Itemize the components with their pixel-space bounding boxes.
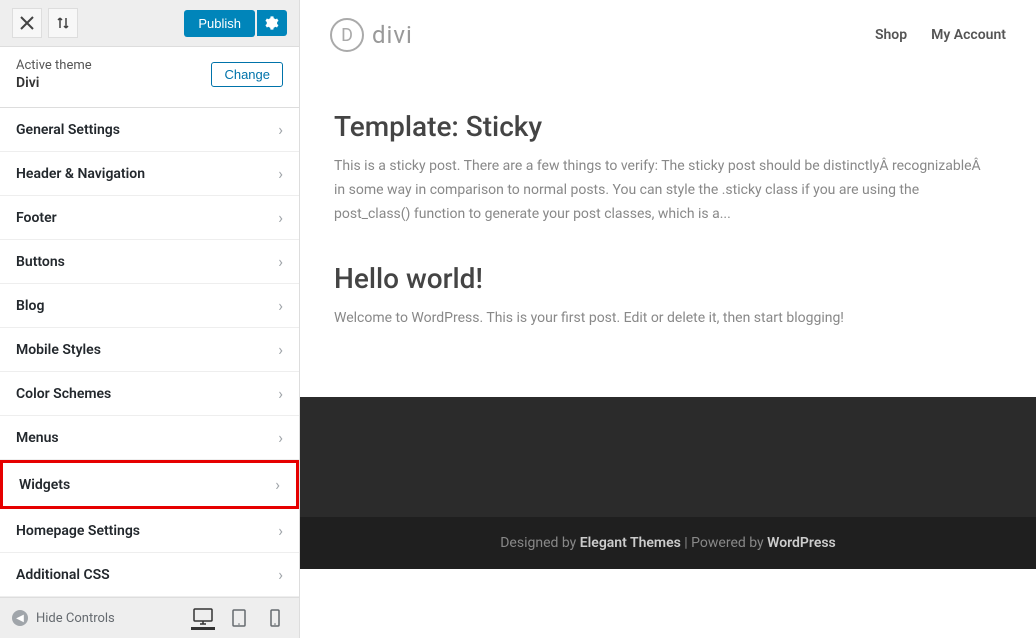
settings-item-label: Menus: [16, 430, 278, 446]
mobile-device-button[interactable]: [263, 606, 287, 630]
site-preview: D divi Shop My Account Template: Sticky Th…: [300, 0, 1036, 638]
settings-item-homepage-settings[interactable]: Homepage Settings›: [0, 509, 299, 553]
chevron-right-icon: ›: [278, 384, 283, 403]
chevron-right-icon: ›: [278, 252, 283, 271]
desktop-device-button[interactable]: [191, 606, 215, 630]
post: Hello world! Welcome to WordPress. This i…: [334, 262, 986, 331]
hide-controls-button[interactable]: ◀ Hide Controls: [12, 610, 115, 626]
settings-item-label: General Settings: [16, 122, 278, 138]
close-button[interactable]: [12, 8, 42, 38]
footer-bar: Designed by Elegant Themes | Powered by …: [300, 517, 1036, 569]
customizer-sidebar: Publish Active theme Divi Change General…: [0, 0, 300, 638]
settings-item-color-schemes[interactable]: Color Schemes›: [0, 372, 299, 416]
theme-info: Active theme Divi: [16, 57, 92, 91]
settings-item-label: Buttons: [16, 254, 278, 270]
site-header: D divi Shop My Account: [300, 0, 1036, 70]
settings-item-label: Header & Navigation: [16, 166, 278, 182]
settings-item-widgets[interactable]: Widgets›: [0, 460, 299, 509]
post-title[interactable]: Hello world!: [334, 262, 986, 295]
publish-settings-button[interactable]: [257, 10, 287, 36]
post-body: This is a sticky post. There are a few t…: [334, 155, 986, 226]
publish-label: Publish: [198, 16, 241, 31]
settings-menu: General Settings›Header & Navigation›Foo…: [0, 108, 299, 597]
swap-button[interactable]: [48, 8, 78, 38]
active-theme-label: Active theme: [16, 57, 92, 75]
desktop-icon: [193, 608, 213, 626]
settings-item-label: Blog: [16, 298, 278, 314]
chevron-right-icon: ›: [278, 428, 283, 447]
settings-item-label: Mobile Styles: [16, 342, 278, 358]
mobile-icon: [270, 609, 280, 627]
chevron-right-icon: ›: [275, 475, 280, 494]
theme-row: Active theme Divi Change: [0, 47, 299, 108]
footer-link-wp[interactable]: WordPress: [767, 535, 836, 551]
chevron-right-icon: ›: [278, 164, 283, 183]
swap-icon: [56, 16, 70, 30]
close-icon: [20, 16, 34, 30]
top-bar: Publish: [0, 0, 299, 47]
logo-letter: D: [341, 25, 353, 46]
device-buttons: [191, 606, 287, 630]
change-theme-button[interactable]: Change: [211, 62, 283, 87]
primary-nav: Shop My Account: [875, 27, 1006, 43]
post-title[interactable]: Template: Sticky: [334, 110, 986, 143]
settings-item-label: Footer: [16, 210, 278, 226]
footer-widget-area: [300, 397, 1036, 517]
logo-text: divi: [372, 21, 413, 49]
settings-item-menus[interactable]: Menus›: [0, 416, 299, 460]
settings-item-mobile-styles[interactable]: Mobile Styles›: [0, 328, 299, 372]
change-label: Change: [224, 67, 270, 82]
site-logo[interactable]: D divi: [330, 18, 413, 52]
post: Template: Sticky This is a sticky post. T…: [334, 110, 986, 226]
footer-link-theme[interactable]: Elegant Themes: [580, 535, 681, 551]
chevron-right-icon: ›: [278, 208, 283, 227]
chevron-right-icon: ›: [278, 296, 283, 315]
footer-sep: | Powered by: [681, 535, 767, 551]
settings-item-additional-css[interactable]: Additional CSS›: [0, 553, 299, 597]
gear-icon: [265, 16, 279, 30]
settings-item-general-settings[interactable]: General Settings›: [0, 108, 299, 152]
chevron-right-icon: ›: [278, 340, 283, 359]
hide-controls-label: Hide Controls: [36, 611, 115, 626]
nav-link-my-account[interactable]: My Account: [931, 27, 1006, 43]
settings-item-label: Additional CSS: [16, 567, 278, 583]
settings-item-footer[interactable]: Footer›: [0, 196, 299, 240]
chevron-right-icon: ›: [278, 120, 283, 139]
settings-item-label: Color Schemes: [16, 386, 278, 402]
nav-link-shop[interactable]: Shop: [875, 27, 907, 43]
chevron-right-icon: ›: [278, 565, 283, 584]
logo-icon: D: [330, 18, 364, 52]
bottom-bar: ◀ Hide Controls: [0, 597, 299, 638]
settings-item-header-navigation[interactable]: Header & Navigation›: [0, 152, 299, 196]
settings-item-blog[interactable]: Blog›: [0, 284, 299, 328]
chevron-right-icon: ›: [278, 521, 283, 540]
publish-button[interactable]: Publish: [184, 10, 255, 37]
post-body: Welcome to WordPress. This is your first…: [334, 307, 986, 331]
content-area: Template: Sticky This is a sticky post. T…: [300, 70, 1020, 397]
settings-item-buttons[interactable]: Buttons›: [0, 240, 299, 284]
tablet-device-button[interactable]: [227, 606, 251, 630]
footer-prefix: Designed by: [500, 535, 580, 551]
settings-item-label: Homepage Settings: [16, 523, 278, 539]
settings-item-label: Widgets: [19, 477, 275, 493]
tablet-icon: [232, 609, 246, 627]
collapse-icon: ◀: [12, 610, 28, 626]
theme-name: Divi: [16, 75, 92, 91]
